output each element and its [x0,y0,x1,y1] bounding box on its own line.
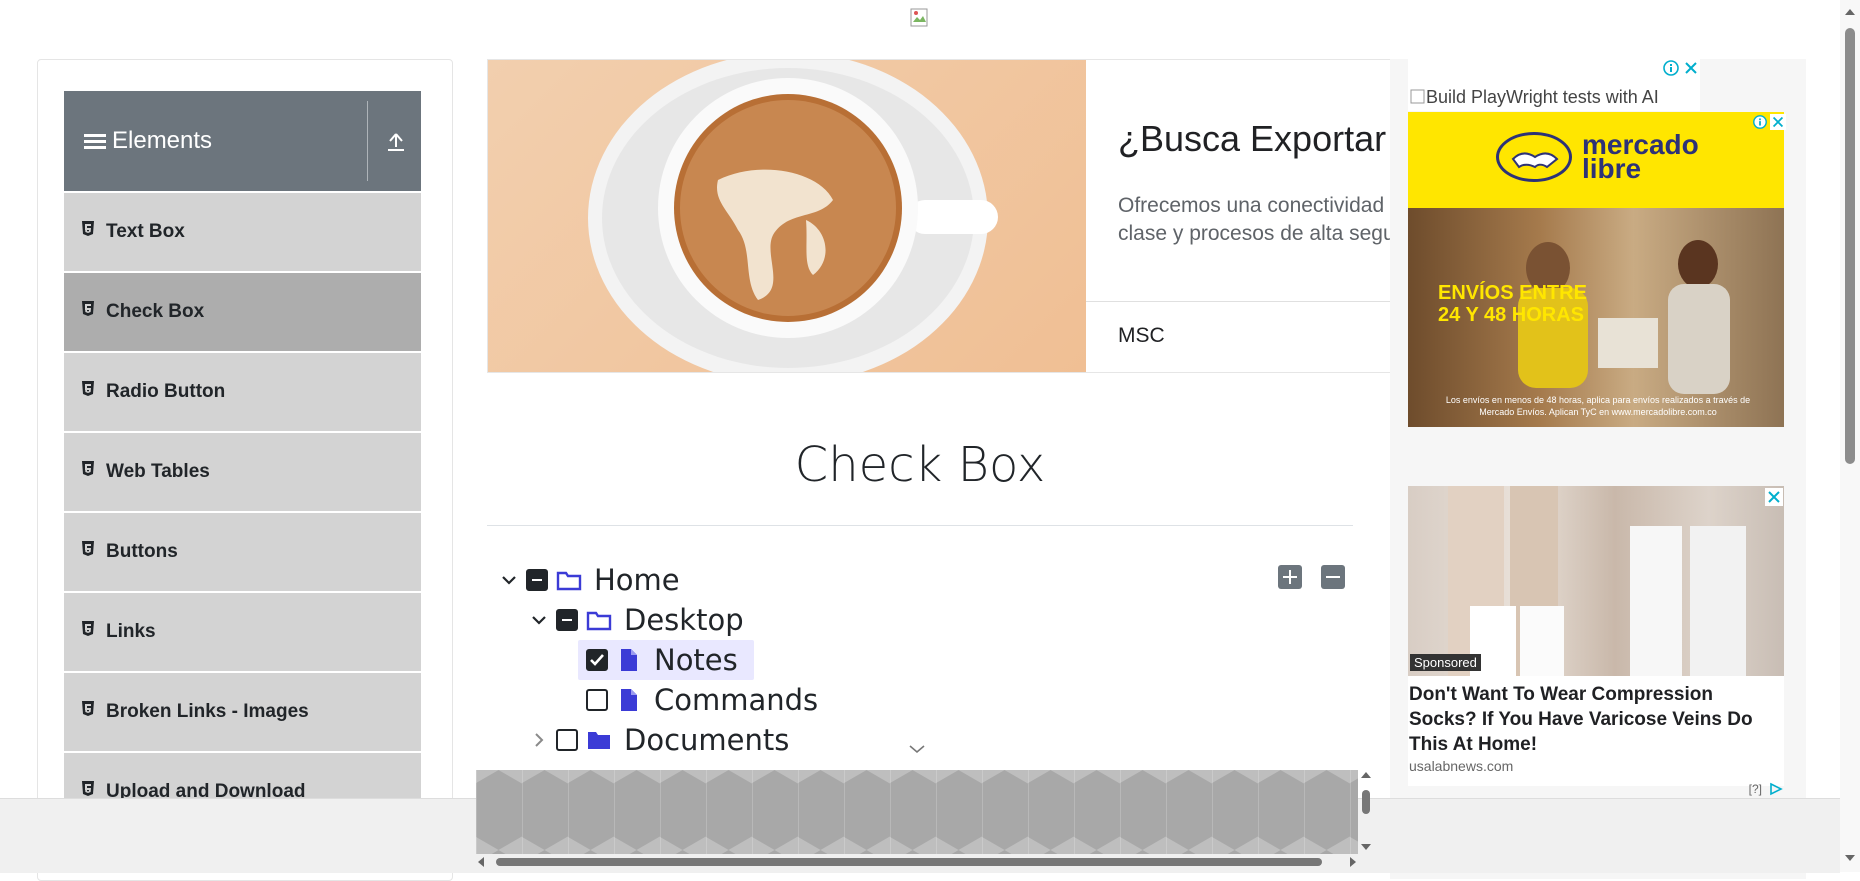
group-title: Elements [112,127,213,154]
tree-node-commands[interactable]: Commands [582,683,818,717]
close-icon[interactable] [1765,488,1783,506]
sidebar-item-label: Links [106,621,156,642]
html5-icon [82,461,94,476]
menu-icon [84,132,106,150]
brand-line: libre [1582,153,1642,184]
tree-node-documents[interactable]: Documents [526,723,789,757]
file-icon [621,689,637,711]
sidebar-item-label: Check Box [106,301,205,322]
sidebar-item[interactable]: Check Box [64,273,421,353]
html5-icon [82,621,94,636]
tree-node-notes[interactable]: Notes [582,643,738,677]
checkbox-unchecked[interactable] [586,689,608,711]
adchoices-icon[interactable] [1768,782,1784,796]
fine-print: Los envíos en menos de 48 horas, aplica … [1445,395,1751,417]
sidebar-item-label: Broken Links - Images [106,701,309,722]
page-title: Check Box [794,437,1046,493]
folder-open-icon [586,611,612,631]
chevron-down-icon[interactable] [906,738,928,760]
ad-company[interactable]: MSC [1118,324,1165,348]
scroll-down-icon[interactable] [1844,852,1856,864]
adchoices-icon[interactable] [1662,59,1680,77]
promo-text: ENVÍOS ENTRE 24 Y 48 HORAS [1438,282,1587,326]
page-scrollbar[interactable] [1840,0,1860,872]
ad-divider [1086,301,1408,302]
sidebar-item[interactable]: Radio Button [64,353,421,433]
handshake-icon [1496,132,1572,182]
collapse-icon[interactable] [386,131,406,153]
checkbox-indeterminate[interactable] [526,569,548,591]
ad-description-line: Ofrecemos una conectividad [1118,194,1385,217]
bottom-ad-pattern[interactable] [476,770,1358,854]
scroll-up-icon[interactable] [1844,6,1856,18]
tree-label[interactable]: Commands [654,683,818,717]
folder-open-icon [556,571,582,591]
sidebar-item[interactable]: Broken Links - Images [64,673,421,753]
promo-line: 24 Y 48 HORAS [1438,304,1585,326]
ad-alt-label: Build PlayWright tests with AI [1426,87,1659,107]
ad-frame-top[interactable]: Build PlayWright tests with AI [1408,59,1700,111]
coffee-cup-image [488,60,1086,372]
header-banner-image[interactable] [910,8,930,28]
tree-node-home[interactable]: Home [496,563,680,597]
html5-icon [82,301,94,316]
close-icon[interactable] [1682,59,1700,77]
inner-vertical-scrollbar[interactable] [1358,768,1374,854]
ad-photo [1408,486,1784,676]
adchoices-icon[interactable] [1752,114,1768,130]
ad-description-line: clase y procesos de alta segu [1118,222,1395,245]
mercado-ad-controls [1752,114,1788,132]
ad-headline[interactable]: Don't Want To Wear Compression Socks? If… [1409,682,1781,757]
ad-controls [1662,59,1700,79]
file-icon [621,649,637,671]
ad-title[interactable]: ¿Busca Exportar C [1118,118,1408,160]
tree-node-desktop[interactable]: Desktop [526,603,744,637]
checkbox-indeterminate[interactable] [556,609,578,631]
folder-icon [588,732,610,749]
ad-domain[interactable]: usalabnews.com [1409,758,1513,774]
html5-icon [82,701,94,716]
title-divider [487,525,1353,526]
tree-label[interactable]: Notes [654,643,738,677]
sidebar-item-label: Text Box [106,221,185,242]
promo-line: ENVÍOS ENTRE [1438,282,1587,304]
sidebar-item-label: Web Tables [106,461,210,482]
header-divider [367,101,368,181]
sidebar-item[interactable]: Links [64,593,421,673]
mercado-libre-logo: mercado libre [1496,131,1699,184]
close-icon[interactable] [1770,114,1786,130]
chevron-down-icon[interactable] [526,607,552,633]
checkbox-checked[interactable] [586,649,608,671]
html5-icon [82,541,94,556]
ad-description: Ofrecemos una conectividad clase y proce… [1118,192,1395,248]
sidebar-item-label: Radio Button [106,381,226,402]
scrollbar-thumb[interactable] [1845,28,1855,464]
mercado-libre-ad[interactable]: mercado libre ENVÍOS ENTRE 24 Y 48 HORAS… [1408,112,1784,427]
elements-group-header[interactable]: Elements [64,91,421,191]
chevron-right-icon[interactable] [526,727,552,753]
html5-icon [82,221,94,236]
checkbox-unchecked[interactable] [556,729,578,751]
tree-label[interactable]: Home [594,563,680,597]
sidebar-item[interactable]: Text Box [64,193,421,273]
ad-info-link[interactable]: [?] [1749,782,1762,796]
collapse-all-button[interactable] [1321,565,1345,589]
ad-image-alt-text: Build PlayWright tests with AI [1410,87,1659,108]
inner-horizontal-scrollbar[interactable] [474,854,1360,870]
sidebar-item[interactable]: Buttons [64,513,421,593]
chevron-down-icon[interactable] [496,567,522,593]
banner-ad[interactable]: ¿Busca Exportar C Ofrecemos una conectiv… [487,59,1409,373]
sidebar-item[interactable]: Web Tables [64,433,421,513]
tree-label[interactable]: Documents [624,723,789,757]
tree-label[interactable]: Desktop [624,603,744,637]
sponsored-ad[interactable]: Sponsored Don't Want To Wear Compression… [1408,486,1784,796]
sponsored-badge: Sponsored [1410,654,1481,671]
expand-all-button[interactable] [1278,565,1302,589]
html5-icon [82,381,94,396]
sidebar-item-label: Buttons [106,541,178,562]
html5-icon [82,781,94,796]
